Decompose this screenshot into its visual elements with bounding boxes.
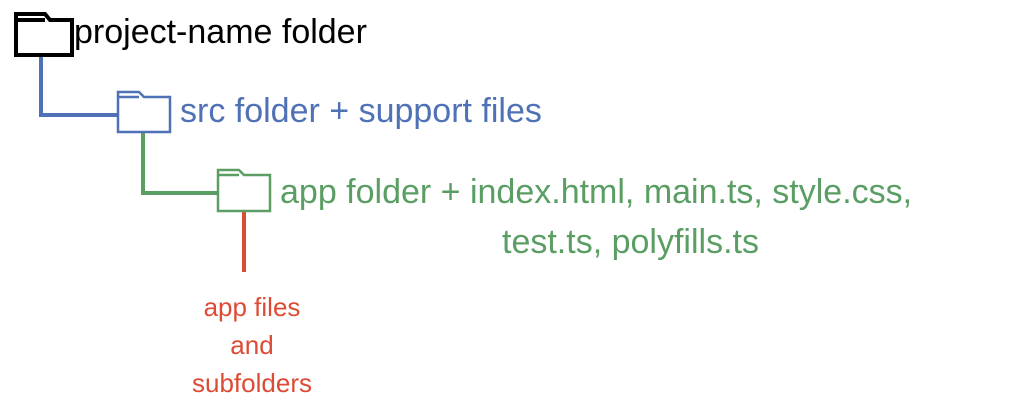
src-folder-label: src folder + support files <box>180 92 542 130</box>
folder-icon <box>116 90 172 134</box>
connector-src-to-app <box>141 132 218 195</box>
app-files-label-line2: and <box>230 330 274 360</box>
connector-root-to-src <box>39 55 118 117</box>
app-folder-label-line2: test.ts, polyfills.ts <box>502 223 759 261</box>
folder-icon <box>14 12 74 57</box>
folder-icon <box>216 168 272 213</box>
app-folder-label-line1: app folder + index.html, main.ts, style.… <box>280 173 913 211</box>
app-files-label-line3: subfolders <box>192 368 312 398</box>
app-files-label: app files and subfolders <box>160 288 344 402</box>
app-files-label-line1: app files <box>203 292 301 322</box>
root-folder-label: project-name folder <box>74 13 367 51</box>
